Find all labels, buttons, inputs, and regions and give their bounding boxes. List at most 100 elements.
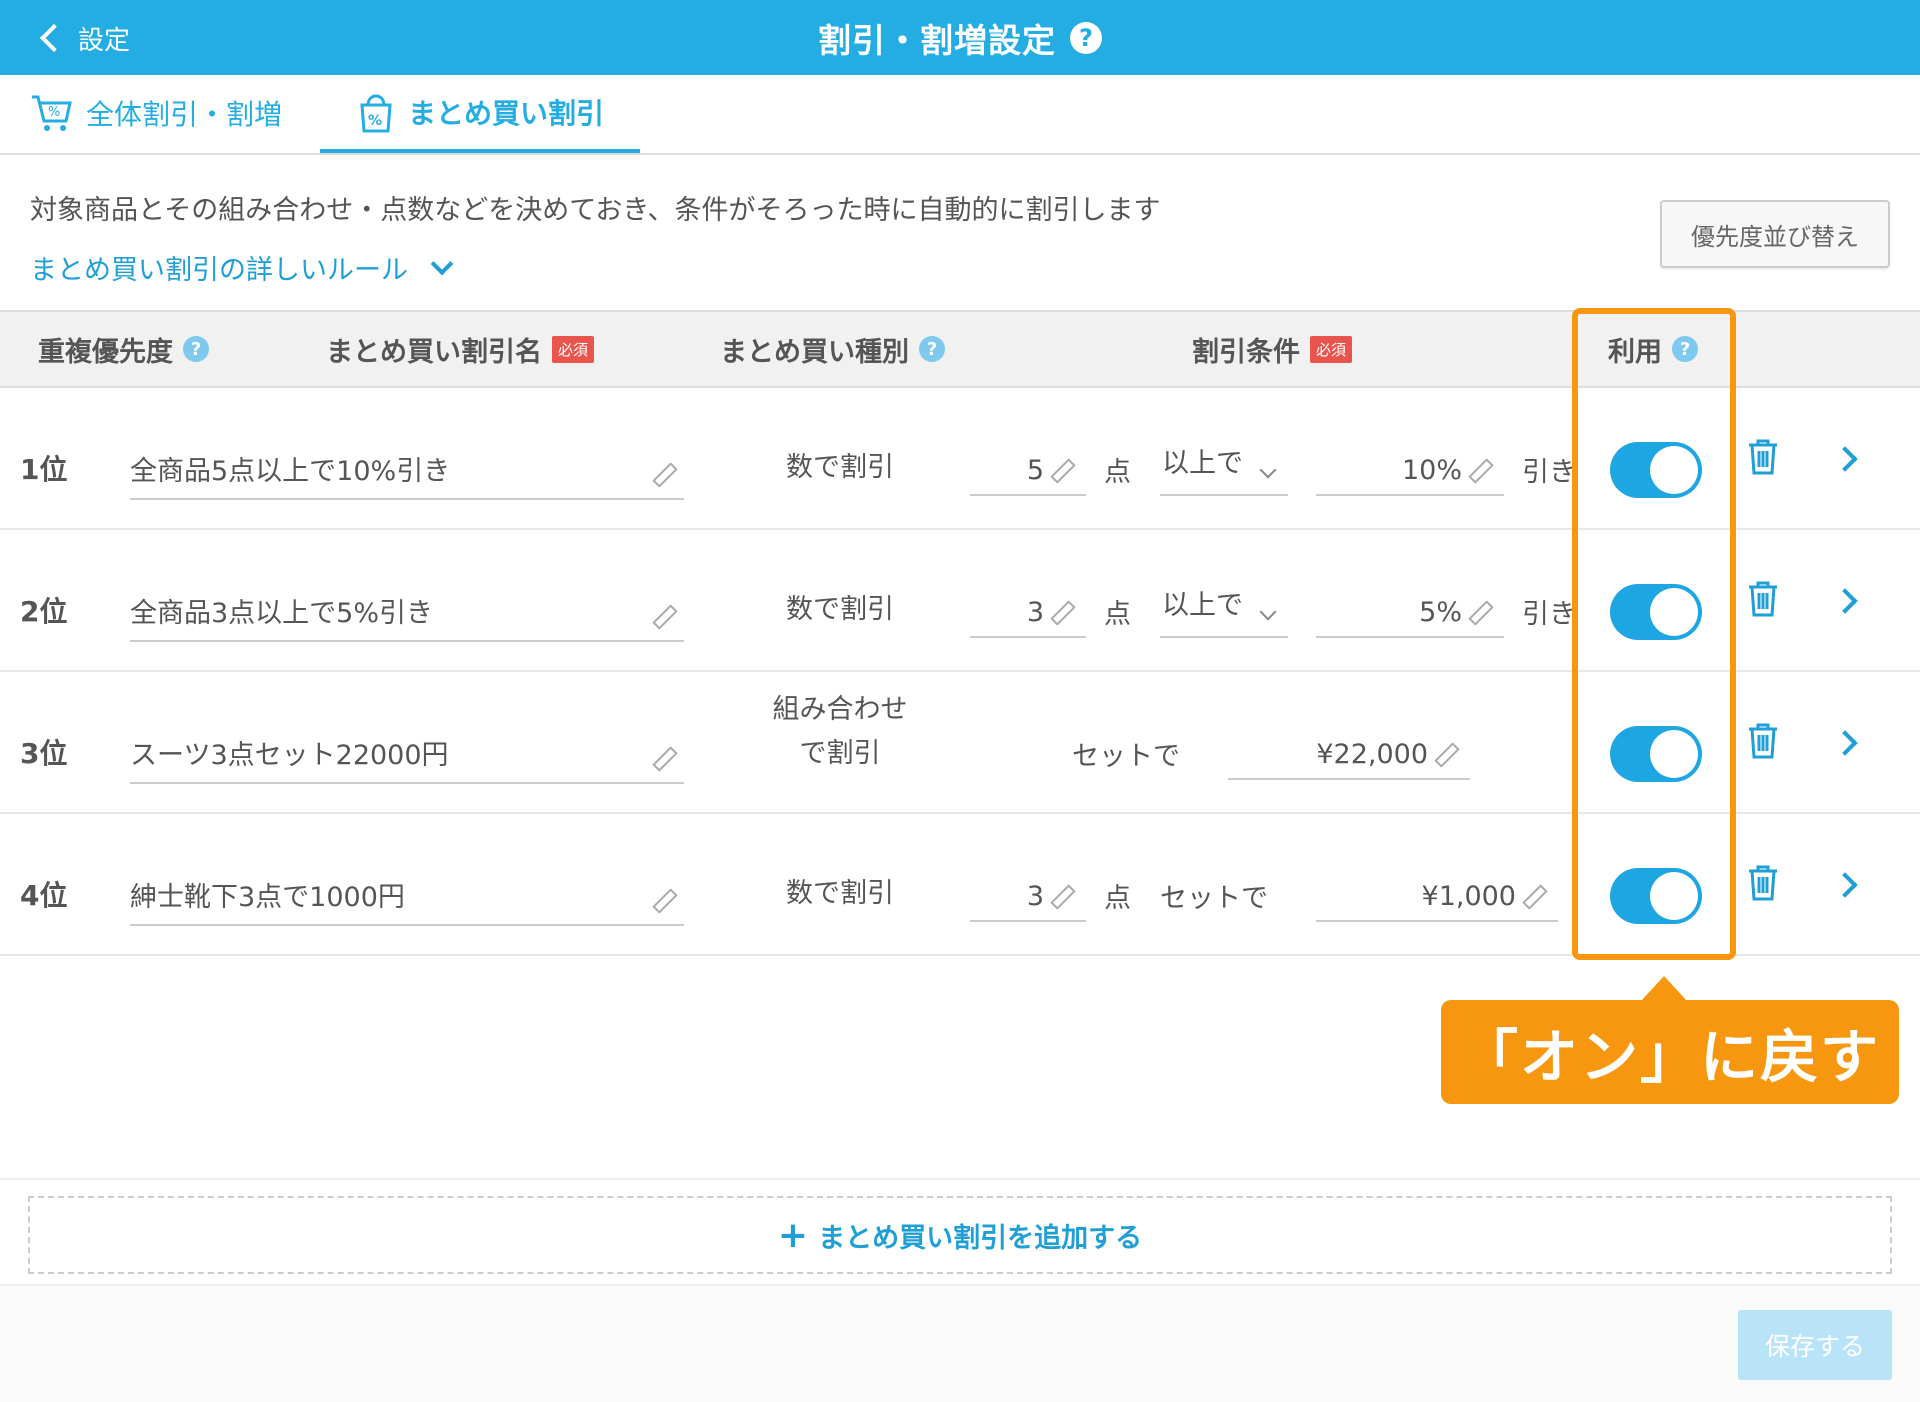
toggle-knob [1650,588,1698,636]
amount-field[interactable]: 5% [1316,580,1504,638]
tab-overall-discount[interactable]: % 全体割引・割増 [30,75,282,151]
condition-select[interactable]: 以上で [1160,580,1288,638]
page-title: 割引・割増設定 [818,20,1056,60]
discount-type-line: で割引 [799,738,881,769]
col-type-label: まとめ買い種別 [720,336,909,368]
amount-suffix: 引き [1522,599,1572,630]
col-name: まとめ買い割引名 必須 [326,312,595,386]
pencil-icon [1468,458,1494,484]
table-row: 1位 全商品5点以上で10%引き 数で割引 5 点 以上で 10% 引き [0,386,1920,530]
svg-text:%: % [368,113,382,129]
col-use-label: 利用 [1608,336,1662,368]
pencil-icon [1050,884,1076,910]
pencil-icon [652,604,678,630]
required-badge: 必須 [552,335,595,363]
app-header: 設定 割引・割増設定 ? [0,0,1920,75]
amount-field[interactable]: 10% [1316,438,1504,496]
discount-name: 全商品5点以上で10%引き [130,456,451,487]
tab-label: 全体割引・割増 [86,98,283,131]
help-icon[interactable]: ? [919,336,945,362]
chevron-down-icon [1259,603,1277,621]
chevron-right-icon[interactable] [1832,446,1858,472]
trash-icon[interactable] [1747,864,1779,902]
table-row: 4位 紳士靴下3点で1000円 数で割引 3 点 セットで ¥1,000 [0,812,1920,956]
pencil-icon [652,462,678,488]
save-button[interactable]: 保存する [1738,1310,1892,1380]
col-priority-label: 重複優先度 [38,336,173,368]
amount-value: 10% [1401,455,1462,486]
trash-icon[interactable] [1747,722,1779,760]
pencil-icon [652,888,678,914]
table-header: 重複優先度 ? まとめ買い割引名 必須 まとめ買い種別 ? 割引条件 必須 利用… [0,310,1920,388]
add-button-label: まとめ買い割引を追加する [818,1222,1143,1254]
chevron-right-icon[interactable] [1832,872,1858,898]
sort-priority-button[interactable]: 優先度並び替え [1660,200,1890,268]
tab-bulk-discount[interactable]: % まとめ買い割引 [320,75,640,153]
discount-name-field[interactable]: 全商品3点以上で5%引き [130,580,684,642]
chevron-right-icon[interactable] [1832,588,1858,614]
discount-type: 数で割引 [786,878,894,909]
trash-icon[interactable] [1747,438,1779,476]
pencil-icon [1050,458,1076,484]
use-toggle[interactable] [1610,868,1702,924]
chevron-down-icon [430,252,454,275]
discount-name-field[interactable]: 全商品5点以上で10%引き [130,438,684,500]
trash-icon[interactable] [1747,580,1779,618]
amount-field[interactable]: ¥1,000 [1316,864,1558,922]
rank-label: 2位 [20,595,68,628]
help-icon[interactable]: ? [1672,336,1698,362]
use-toggle[interactable] [1610,584,1702,640]
help-icon[interactable]: ? [183,336,209,362]
discount-name: 全商品3点以上で5%引き [130,598,434,629]
rules-link-label: まとめ買い割引の詳しいルール [30,255,408,286]
help-icon[interactable]: ? [1070,21,1102,54]
quantity-field[interactable]: 3 [970,864,1086,922]
annotation-callout-tail [1640,976,1688,1002]
discount-type: 数で割引 [786,594,894,625]
discount-name: スーツ3点セット22000円 [130,740,449,771]
svg-text:%: % [48,105,60,120]
col-type: まとめ買い種別 ? [720,312,945,386]
pencil-icon [1468,600,1494,626]
discount-type-line: 組み合わせ [772,694,908,725]
use-toggle[interactable] [1610,442,1702,498]
chevron-right-icon[interactable] [1832,730,1858,756]
pencil-icon [1522,884,1548,910]
discount-name-field[interactable]: 紳士靴下3点で1000円 [130,864,684,926]
rules-link[interactable]: まとめ買い割引の詳しいルール [30,248,454,287]
col-name-label: まとめ買い割引名 [326,336,542,368]
discount-name: 紳士靴下3点で1000円 [130,882,405,913]
add-bulk-discount-button[interactable]: + まとめ買い割引を追加する [28,1196,1892,1274]
rank-label: 3位 [20,737,68,770]
quantity-value: 5 [1026,455,1044,486]
pencil-icon [1050,600,1076,626]
condition-value: 以上で [1162,448,1243,479]
toggle-knob [1650,872,1698,920]
use-toggle[interactable] [1610,726,1702,782]
amount-value: 5% [1419,597,1462,628]
condition-value: 以上で [1162,590,1243,621]
pencil-icon [1434,742,1460,768]
cart-percent-icon: % [32,95,72,131]
quantity-field[interactable]: 5 [970,438,1086,496]
toggle-knob [1650,446,1698,494]
condition-label: セットで [1072,741,1180,772]
col-condition: 割引条件 必須 [1192,312,1353,386]
rank-label: 4位 [20,879,68,912]
chevron-down-icon [1259,461,1277,479]
unit-label: 点 [1104,883,1131,914]
quantity-field[interactable]: 3 [970,580,1086,638]
rank-label: 1位 [20,453,68,486]
col-condition-label: 割引条件 [1192,336,1300,368]
discount-type: 数で割引 [786,452,894,483]
quantity-value: 3 [1026,881,1044,912]
discount-name-field[interactable]: スーツ3点セット22000円 [130,722,684,784]
col-use: 利用 ? [1608,312,1698,386]
amount-field[interactable]: ¥22,000 [1228,722,1470,780]
toggle-knob [1650,730,1698,778]
condition-select[interactable]: 以上で [1160,438,1288,496]
divider [0,1178,1920,1180]
annotation-callout: 「オン」に戻す [1441,1000,1899,1104]
quantity-value: 3 [1026,597,1044,628]
pencil-icon [652,746,678,772]
